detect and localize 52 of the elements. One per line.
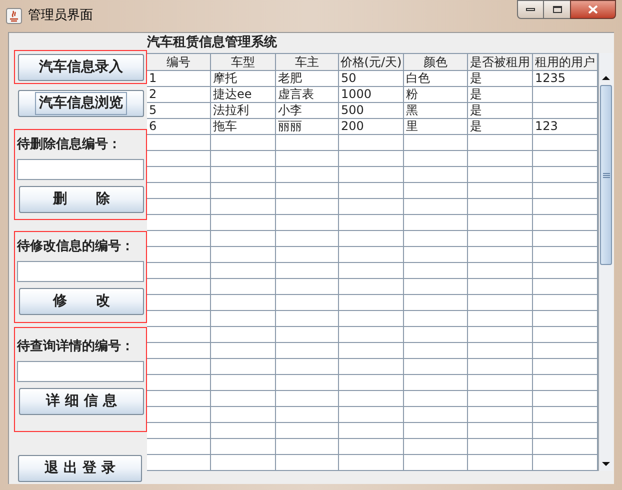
table-cell: 5 [147,103,211,119]
table-cell: 捷达ee [211,87,276,103]
minimize-button[interactable] [517,0,544,19]
close-button[interactable] [570,0,616,19]
app-icon [6,8,22,24]
action-button[interactable]: 详 细 信 息 [19,388,144,415]
table-cell: 法拉利 [211,103,276,119]
table-cell: 1 [147,71,211,87]
maximize-button[interactable] [544,0,570,19]
scrollbar[interactable] [598,53,613,471]
id-input[interactable] [17,261,144,282]
action-button[interactable]: 删 除 [19,186,144,213]
table-cell: 200 [339,119,404,135]
table-cell: 丽丽 [276,119,339,135]
add-car-button[interactable]: 汽车信息录入 [18,54,144,80]
scroll-thumb[interactable] [600,85,612,265]
table-cell: 粉 [404,87,468,103]
table-cell: 500 [339,103,404,119]
table-cell: 是 [468,119,533,135]
logout-button[interactable]: 退 出 登 录 [18,455,142,482]
field-label: 待修改信息的编号： [17,239,135,255]
table-cell: 摩托 [211,71,276,87]
table-cell: 6 [147,119,211,135]
table-cell: 虚言表 [276,87,339,103]
field-label: 待查询详情的编号： [17,339,135,355]
column-header[interactable]: 编号 [147,53,211,71]
table-cell: 白色 [404,71,468,87]
table-cell: 2 [147,87,211,103]
table-cell: 里 [404,119,468,135]
action-button[interactable]: 修 改 [19,288,144,315]
browse-cars-button[interactable]: 汽车信息浏览 [18,90,144,117]
column-header[interactable]: 价格(元/天) [339,53,404,71]
table-cell: 是 [468,71,533,87]
field-label: 待删除信息编号： [17,137,122,153]
table-cell: 黑 [404,103,468,119]
id-input[interactable] [17,361,144,382]
table-title: 汽车租赁信息管理系统 [147,34,278,52]
table-cell: 是 [468,87,533,103]
table-cell: 是 [468,103,533,119]
table-cell: 1000 [339,87,404,103]
grip-icon [602,172,610,178]
column-header[interactable]: 是否被租用 [468,53,533,71]
close-icon [588,5,598,14]
id-input[interactable] [17,159,144,180]
table-cell: 拖车 [211,119,276,135]
table-cell: 50 [339,71,404,87]
table-cell: 老肥 [276,71,339,87]
column-header[interactable]: 颜色 [404,53,468,71]
window-title: 管理员界面 [28,7,93,26]
column-header[interactable]: 车主 [276,53,339,71]
column-header[interactable]: 车型 [211,53,276,71]
table-cell: 小李 [276,103,339,119]
